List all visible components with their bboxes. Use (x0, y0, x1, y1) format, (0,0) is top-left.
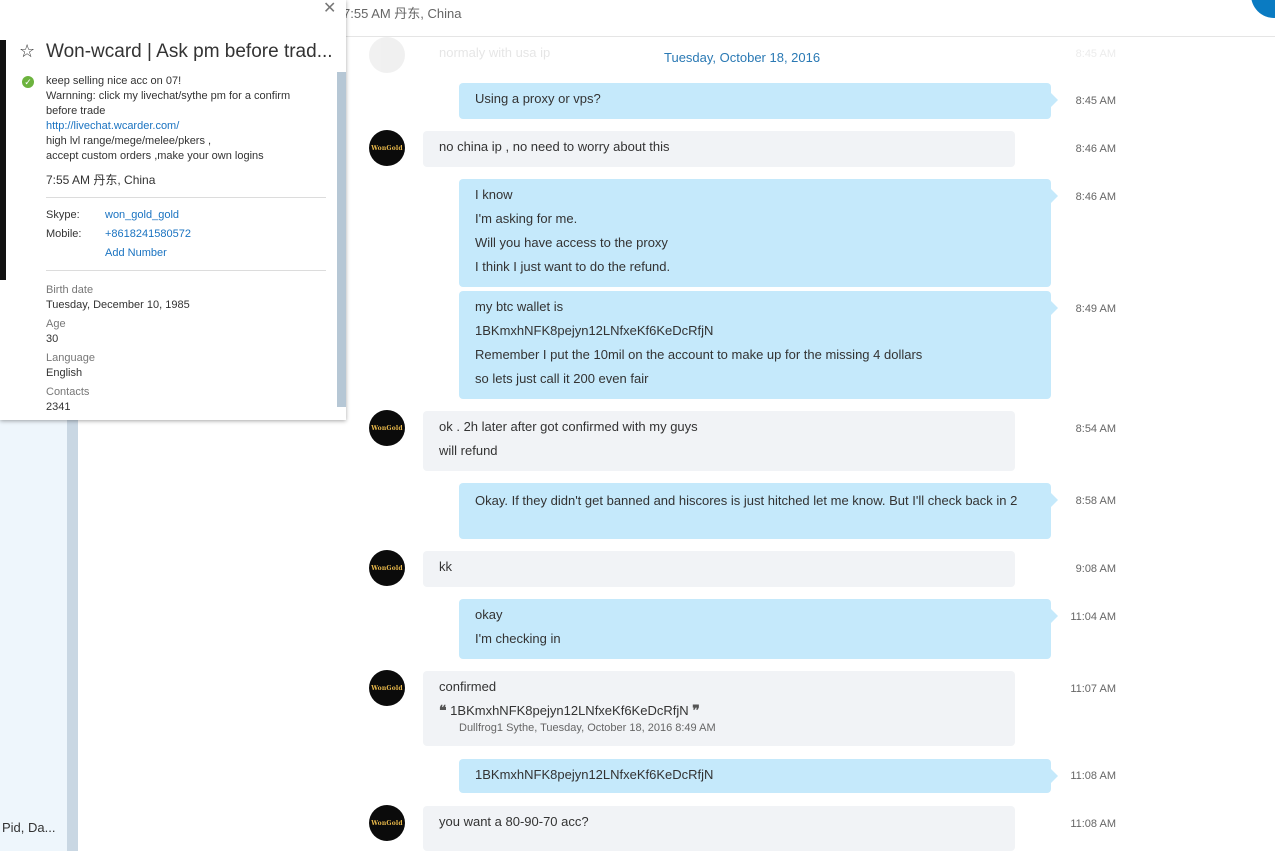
mobile-number-link[interactable]: +8618241580572 (105, 228, 191, 240)
message-text: confirmed (439, 679, 497, 694)
quote-open-icon: ❝ (439, 703, 447, 719)
message-text: my btc wallet is (475, 299, 564, 314)
message-text: Remember I put the 10mil on the account … (475, 347, 923, 362)
mood-line: before trade (46, 105, 106, 117)
avatar[interactable]: WonGold (369, 805, 405, 841)
message-bubble-incoming[interactable]: confirmed ❝ 1BKmxhNFK8pejyn12LNfxeKf6KeD… (423, 671, 1015, 746)
faded-message-text: normaly with usa ip (439, 45, 551, 60)
avatar-label: WonGold (371, 144, 403, 152)
close-icon[interactable]: ✕ (323, 0, 336, 18)
mood-line: accept custom orders ,make your own logi… (46, 150, 264, 162)
language-value: English (46, 367, 83, 379)
language-label: Language (46, 352, 95, 364)
avatar-label: WonGold (371, 564, 403, 572)
message-time: 8:46 AM (1075, 143, 1116, 155)
message-bubble-outgoing[interactable]: my btc wallet is 1BKmxhNFK8pejyn12LNfxeK… (459, 291, 1058, 399)
quote-text: 1BKmxhNFK8pejyn12LNfxeKf6KeDcRfjN (450, 703, 689, 718)
message-bubble-incoming[interactable]: ok . 2h later after got confirmed with m… (423, 411, 1015, 471)
divider (46, 270, 326, 271)
birth-date-value: Tuesday, December 10, 1985 (46, 299, 190, 311)
divider (46, 197, 326, 198)
avatar (369, 37, 405, 73)
message-text: so lets just call it 200 even fair (475, 371, 649, 386)
message-bubble-outgoing[interactable]: Okay. If they didn't get banned and hisc… (459, 483, 1058, 539)
message-text: Okay. If they didn't get banned and hisc… (475, 493, 1018, 508)
quote-close-icon: ❞ (692, 703, 700, 719)
mobile-label: Mobile: (46, 228, 82, 240)
message-text: 1BKmxhNFK8pejyn12LNfxeKf6KeDcRfjN (475, 323, 714, 338)
message-bubble-outgoing[interactable]: I know I'm asking for me. Will you have … (459, 179, 1058, 287)
message-time: 11:08 AM (1070, 818, 1116, 830)
mood-line: keep selling nice acc on 07! (46, 75, 182, 87)
message-text: I'm asking for me. (475, 211, 578, 226)
message-text: ok . 2h later after got confirmed with m… (439, 419, 698, 434)
message-text: Will you have access to the proxy (475, 235, 668, 250)
online-status-icon: ✓ (22, 76, 34, 88)
avatar[interactable]: WonGold (369, 550, 405, 586)
quoted-message[interactable]: ❝ 1BKmxhNFK8pejyn12LNfxeKf6KeDcRfjN ❞ Du… (439, 701, 999, 735)
message-bubble-incoming[interactable]: no china ip , no need to worry about thi… (423, 131, 1015, 167)
mood-line: Warnning: click my livechat/sythe pm for… (46, 90, 291, 102)
add-number-link[interactable]: Add Number (105, 247, 167, 259)
message-text: you want a 80-90-70 acc? (439, 814, 589, 829)
message-time: 8:58 AM (1075, 495, 1116, 507)
message-bubble-outgoing[interactable]: okay I'm checking in (459, 599, 1058, 659)
age-label: Age (46, 318, 66, 330)
message-text: I know (475, 187, 513, 202)
message-bubble-outgoing[interactable]: 1BKmxhNFK8pejyn12LNfxeKf6KeDcRfjN (459, 759, 1058, 793)
popup-scrollbar[interactable] (337, 72, 346, 407)
message-bubble-outgoing[interactable]: Using a proxy or vps? (459, 83, 1058, 119)
age-value: 30 (46, 333, 59, 345)
message-time: 11:08 AM (1070, 770, 1116, 782)
call-button[interactable] (1251, 0, 1275, 18)
sidebar-recent-item[interactable]: Pid, Da... (2, 820, 55, 835)
avatar[interactable]: WonGold (369, 670, 405, 706)
message-time: 8:49 AM (1075, 303, 1116, 315)
message-time: 8:46 AM (1075, 191, 1116, 203)
birth-date-label: Birth date (46, 284, 94, 296)
contact-profile-popup[interactable]: ✕ ☆ Won-wcard | Ask pm before trad... ✓ … (0, 0, 346, 420)
favorite-star-icon[interactable]: ☆ (19, 41, 35, 62)
contact-name: Won-wcard | Ask pm before trad... (46, 41, 333, 62)
skype-name-link[interactable]: won_gold_gold (105, 209, 179, 221)
message-time: 11:07 AM (1070, 683, 1116, 695)
mood-link[interactable]: http://livechat.wcarder.com/ (46, 119, 336, 134)
mood-line: high lvl range/mege/melee/pkers , (46, 135, 212, 147)
message-text: 1BKmxhNFK8pejyn12LNfxeKf6KeDcRfjN (475, 767, 714, 782)
message-text: will refund (439, 443, 498, 458)
message-text: no china ip , no need to worry about thi… (439, 139, 670, 154)
contacts-value: 2341 (46, 401, 71, 413)
message-text: I think I just want to do the refund. (475, 259, 671, 274)
faded-message-time: 8:45 AM (1075, 48, 1116, 60)
avatar[interactable]: WonGold (369, 410, 405, 446)
message-time: 8:45 AM (1075, 95, 1116, 107)
date-separator: Tuesday, October 18, 2016 (664, 50, 821, 65)
contact-local-time: 7:55 AM 丹东, China (343, 6, 462, 21)
message-time: 11:04 AM (1070, 611, 1116, 623)
profile-photo (0, 40, 6, 280)
contact-local-time: 7:55 AM 丹东, China (46, 173, 156, 187)
avatar-label: WonGold (371, 684, 403, 692)
avatar-label: WonGold (371, 819, 403, 827)
avatar[interactable]: WonGold (369, 130, 405, 166)
message-time: 8:54 AM (1075, 423, 1116, 435)
message-bubble-incoming[interactable]: you want a 80-90-70 acc? (423, 806, 1015, 851)
message-text: kk (439, 559, 452, 574)
message-text: okay (475, 607, 503, 622)
avatar-label: WonGold (371, 424, 403, 432)
quote-meta: Dullfrog1 Sythe, Tuesday, October 18, 20… (459, 722, 716, 734)
mood-message: keep selling nice acc on 07! Warnning: c… (46, 74, 336, 164)
message-bubble-incoming[interactable]: kk (423, 551, 1015, 587)
skype-label: Skype: (46, 209, 80, 221)
message-text: I'm checking in (475, 631, 561, 646)
message-time: 9:08 AM (1075, 563, 1116, 575)
message-text: Using a proxy or vps? (475, 91, 601, 106)
contacts-label: Contacts (46, 386, 90, 398)
